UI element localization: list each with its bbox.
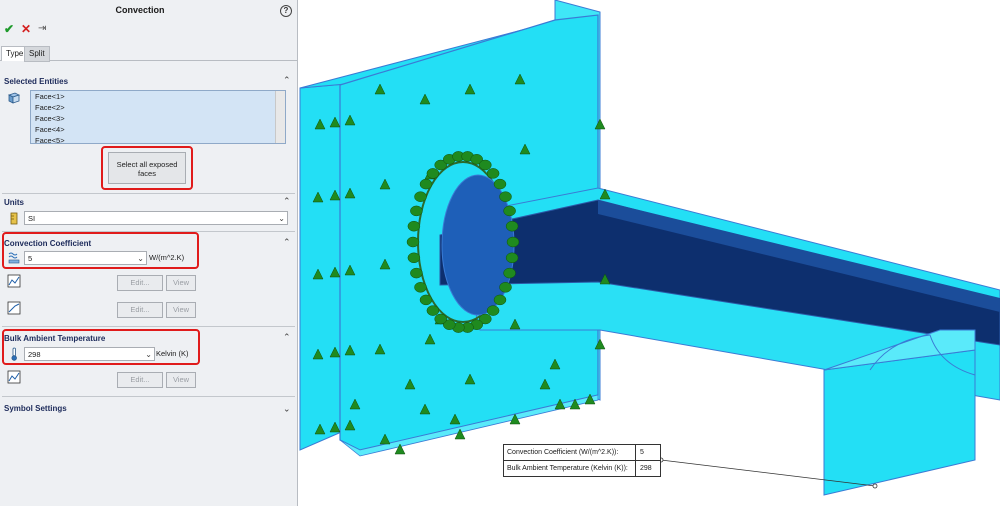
- view-button[interactable]: View: [166, 275, 196, 291]
- convection-symbol-icon: [503, 267, 516, 279]
- edit-button[interactable]: Edit...: [117, 372, 163, 388]
- convection-symbol-icon: [414, 191, 427, 202]
- time-curve-icon[interactable]: [7, 370, 21, 384]
- convection-symbol-icon: [410, 267, 423, 279]
- back-flange[interactable]: [299, 83, 347, 451]
- list-scrollbar[interactable]: [275, 91, 285, 143]
- time-curve-icon[interactable]: [7, 274, 21, 288]
- edit-button[interactable]: Edit...: [117, 302, 163, 318]
- collapse-chevron-icon[interactable]: ⌃: [283, 196, 291, 207]
- divider: [2, 193, 295, 194]
- list-item[interactable]: Face<2>: [31, 102, 285, 113]
- list-item[interactable]: Face<5>: [31, 135, 285, 143]
- callout-row: Bulk Ambient Temperature (Kelvin (K)): 2…: [504, 461, 660, 476]
- model-view[interactable]: [298, 0, 1000, 506]
- convection-symbol-icon: [493, 294, 507, 306]
- edit-button[interactable]: Edit...: [117, 275, 163, 291]
- callout-label: Bulk Ambient Temperature (Kelvin (K)):: [507, 465, 628, 472]
- convection-callout[interactable]: Convection Coefficient (W/(m^2.K)): 5 Bu…: [503, 444, 661, 477]
- callout-value: 298: [635, 461, 662, 476]
- highlight-box: [2, 329, 200, 365]
- convection-symbol-icon: [479, 159, 492, 171]
- tab-split[interactable]: Split: [24, 46, 50, 62]
- view-button[interactable]: View: [166, 372, 196, 388]
- highlight-box: [101, 146, 193, 190]
- highlight-box: [2, 232, 199, 269]
- panel-title: Convection: [115, 5, 165, 15]
- list-item[interactable]: Face<4>: [31, 124, 285, 135]
- convection-symbol-icon: [410, 205, 423, 217]
- tab-strip: Type Split: [0, 44, 297, 62]
- convection-symbol-icon: [414, 282, 427, 293]
- convection-symbol-icon: [419, 294, 433, 306]
- units-icon: [10, 212, 18, 225]
- cancel-x-icon[interactable]: ✕: [21, 22, 31, 36]
- list-item[interactable]: Face<3>: [31, 113, 285, 124]
- selected-entities-header[interactable]: Selected Entities: [4, 77, 68, 86]
- ok-check-icon[interactable]: ✔: [4, 22, 14, 36]
- callout-value: 5: [635, 445, 662, 460]
- callout-label: Convection Coefficient (W/(m^2.K)):: [507, 449, 619, 456]
- convection-symbol-icon: [505, 220, 519, 232]
- support-bracket[interactable]: [823, 349, 976, 496]
- collapse-chevron-icon[interactable]: ⌃: [283, 237, 291, 248]
- convection-symbol-icon: [407, 252, 421, 264]
- keep-visible-pin-icon[interactable]: ⇥: [38, 22, 46, 36]
- divider: [2, 396, 295, 397]
- convection-symbol-icon: [419, 178, 433, 190]
- units-value: SI: [28, 214, 36, 223]
- leader-anchor: [872, 483, 878, 489]
- convection-symbol-icon: [493, 178, 507, 190]
- convection-symbol-icon: [426, 305, 440, 316]
- convection-property-manager: Convection ? ✔ ✕ ⇥ Type Split Selected E…: [0, 0, 298, 506]
- collapse-chevron-icon[interactable]: ⌃: [283, 75, 291, 86]
- convection-symbol-icon: [499, 191, 512, 202]
- units-dropdown[interactable]: SI ⌄: [24, 211, 288, 225]
- selected-faces-list[interactable]: Face<1> Face<2> Face<3> Face<4> Face<5>: [30, 90, 286, 144]
- units-header[interactable]: Units: [4, 198, 24, 207]
- view-button[interactable]: View: [166, 302, 196, 318]
- convection-symbol-icon: [486, 305, 500, 316]
- graphics-viewport[interactable]: [298, 0, 1000, 506]
- convection-symbol-icon: [406, 236, 420, 248]
- list-item[interactable]: Face<1>: [31, 91, 285, 102]
- expand-chevron-icon[interactable]: ⌃: [283, 402, 291, 413]
- help-icon[interactable]: ?: [280, 5, 292, 17]
- convection-symbol-icon: [407, 220, 421, 232]
- chevron-down-icon: ⌄: [278, 214, 285, 223]
- temperature-curve-icon[interactable]: [7, 301, 21, 315]
- face-selection-icon: [7, 92, 21, 104]
- convection-symbol-icon: [426, 168, 440, 179]
- symbol-settings-header[interactable]: Symbol Settings: [4, 404, 67, 413]
- convection-symbol-icon: [503, 205, 516, 217]
- convection-symbol-icon: [434, 313, 447, 325]
- callout-row: Convection Coefficient (W/(m^2.K)): 5: [504, 445, 660, 461]
- divider: [2, 326, 295, 327]
- convection-symbol-icon: [499, 282, 512, 293]
- collapse-chevron-icon[interactable]: ⌃: [283, 332, 291, 343]
- convection-symbol-icon: [486, 168, 500, 179]
- convection-symbol-icon: [505, 252, 519, 264]
- convection-symbol-icon: [506, 236, 520, 248]
